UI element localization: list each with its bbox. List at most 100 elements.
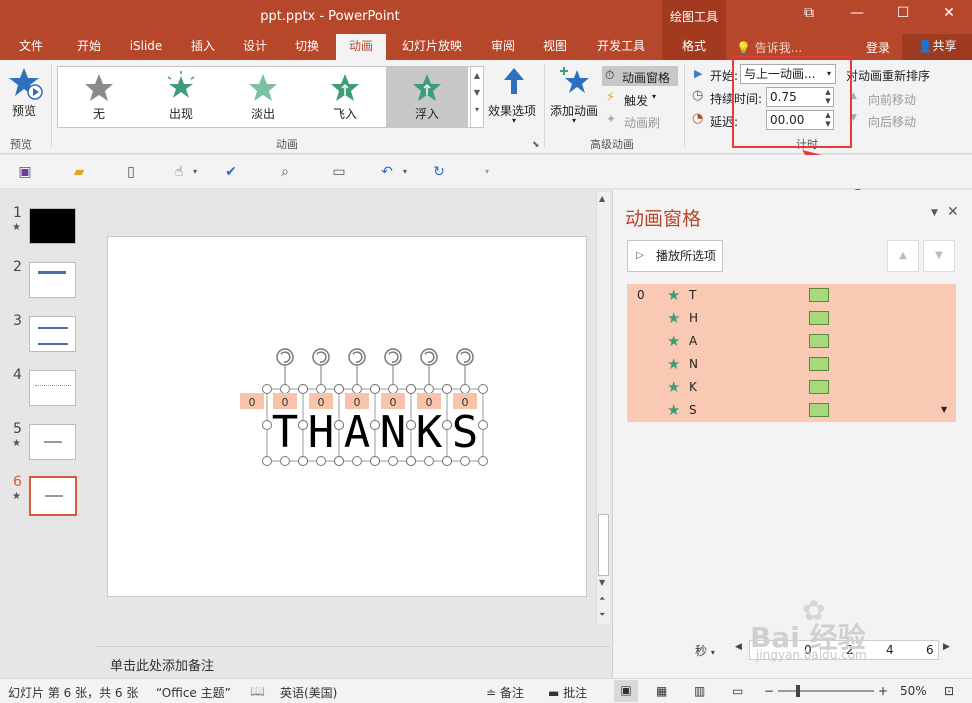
animation-pane-button[interactable]: ⏱ 动画窗格 bbox=[602, 66, 678, 86]
timing-bar[interactable] bbox=[809, 311, 829, 325]
comments-toggle[interactable]: ▬ 批注 bbox=[548, 684, 587, 701]
tab-slideshow[interactable]: 幻灯片放映 bbox=[394, 34, 470, 60]
tab-home[interactable]: 开始 bbox=[66, 34, 112, 60]
dialog-launcher-icon[interactable]: ⬊ bbox=[532, 140, 540, 150]
login-link[interactable]: 登录 bbox=[866, 39, 890, 56]
pane-options-icon[interactable]: ▼ bbox=[931, 208, 938, 218]
slide-canvas[interactable]: 00T0H0A0N0K0S bbox=[107, 236, 587, 597]
language[interactable]: 英语(美国) bbox=[280, 684, 337, 701]
slide-thumbnail-5[interactable] bbox=[29, 424, 76, 460]
tab-view[interactable]: 视图 bbox=[532, 34, 578, 60]
scroll-down-icon[interactable]: ▼ bbox=[599, 578, 605, 587]
maximize-button[interactable]: ☐ bbox=[891, 5, 915, 27]
gallery-more-icon[interactable]: ▾ bbox=[471, 105, 483, 114]
spellcheck-status-icon[interactable]: 📖 bbox=[250, 684, 265, 698]
notes-toggle[interactable]: ≐ 备注 bbox=[486, 684, 524, 701]
slide-thumbnail-1[interactable] bbox=[29, 208, 76, 244]
list-item[interactable]: ★ A bbox=[627, 330, 956, 353]
pane-close-icon[interactable]: ✕ bbox=[947, 204, 959, 220]
trigger-button[interactable]: ⚡ 触发 ▾ bbox=[604, 90, 674, 108]
scroll-up-icon[interactable]: ▲ bbox=[599, 194, 605, 203]
play-selected-button[interactable]: ▷ 播放所选项 bbox=[627, 240, 723, 272]
spelling-check-icon[interactable]: ✔ bbox=[222, 163, 240, 181]
zoom-level[interactable]: 50% bbox=[900, 684, 927, 698]
redo-icon[interactable]: ↻ bbox=[430, 163, 448, 181]
new-file-icon[interactable]: ▯ bbox=[122, 163, 140, 181]
tab-insert[interactable]: 插入 bbox=[180, 34, 226, 60]
print-preview-icon[interactable]: ⌕ bbox=[276, 163, 294, 181]
tab-design[interactable]: 设计 bbox=[232, 34, 278, 60]
scroll-up-icon[interactable]: ▲ bbox=[471, 71, 483, 80]
previous-slide-icon[interactable]: ⏶ bbox=[599, 594, 605, 604]
tab-animations[interactable]: 动画 bbox=[336, 34, 386, 60]
gallery-item-float-in[interactable]: 浮入 bbox=[386, 67, 468, 127]
timing-bar[interactable] bbox=[809, 357, 829, 371]
list-item[interactable]: ★ K bbox=[627, 376, 956, 399]
tab-file[interactable]: 文件 bbox=[8, 34, 54, 60]
add-animation-button[interactable]: 添加动画 ▾ bbox=[550, 64, 600, 128]
gallery-scroll[interactable]: ▲ ▼ ▾ bbox=[470, 66, 484, 128]
save-icon[interactable]: ▣ bbox=[16, 163, 34, 181]
tell-me-text: 告诉我... bbox=[754, 41, 803, 55]
list-item[interactable]: ★ S ▼ bbox=[627, 399, 956, 422]
zoom-slider[interactable] bbox=[778, 685, 874, 697]
timing-bar[interactable] bbox=[809, 334, 829, 348]
reading-view-icon[interactable]: ▥ bbox=[694, 684, 705, 698]
slide-thumbnail-3[interactable] bbox=[29, 316, 76, 352]
move-earlier-button[interactable]: ▲ 向前移动 bbox=[850, 90, 930, 108]
timing-bar[interactable] bbox=[809, 403, 829, 417]
chevron-down-icon[interactable]: ▾ bbox=[396, 163, 414, 181]
tab-review[interactable]: 审阅 bbox=[480, 34, 526, 60]
ribbon-display-options-icon[interactable]: ⧉ bbox=[797, 5, 821, 27]
list-item[interactable]: ★ N bbox=[627, 353, 956, 376]
timing-bar[interactable] bbox=[809, 288, 829, 302]
thumb-shape bbox=[44, 441, 62, 443]
list-item[interactable]: ★ H bbox=[627, 307, 956, 330]
tab-developer[interactable]: 开发工具 bbox=[586, 34, 656, 60]
slide-thumbnail-4[interactable] bbox=[29, 370, 76, 406]
chevron-down-icon[interactable]: ▾ bbox=[186, 163, 204, 181]
tab-transitions[interactable]: 切换 bbox=[284, 34, 330, 60]
slide-thumbnail-2[interactable] bbox=[29, 262, 76, 298]
customize-toolbar-icon[interactable]: ▾ bbox=[478, 163, 496, 181]
editor-vertical-scrollbar[interactable]: ▲ ▼ ⏶ ⏷ bbox=[596, 192, 610, 624]
move-down-button[interactable]: ▼ bbox=[923, 240, 955, 272]
next-slide-icon[interactable]: ⏷ bbox=[599, 610, 605, 620]
timeline-left-icon[interactable]: ◀ bbox=[735, 642, 742, 652]
tell-me-box[interactable]: 💡 告诉我... bbox=[736, 39, 802, 56]
tab-islide[interactable]: iSlide bbox=[120, 34, 172, 60]
slideshow-view-icon[interactable]: ▭ bbox=[732, 684, 743, 698]
slide-thumbnail-6[interactable] bbox=[29, 476, 77, 516]
gallery-item-none[interactable]: 无 bbox=[58, 67, 140, 127]
notes-area[interactable]: 单击此处添加备注 bbox=[96, 646, 610, 678]
letter-text: N bbox=[380, 407, 407, 458]
move-up-button[interactable]: ▲ bbox=[887, 240, 919, 272]
slide-sorter-icon[interactable]: ▦ bbox=[656, 684, 667, 698]
normal-view-icon[interactable]: ▣ bbox=[614, 680, 638, 702]
gallery-item-fly-in[interactable]: 飞入 bbox=[304, 67, 386, 127]
preview-button[interactable]: 预览 bbox=[6, 64, 46, 124]
scroll-thumb[interactable] bbox=[598, 514, 609, 576]
fit-to-window-icon[interactable]: ⊡ bbox=[944, 684, 954, 698]
scroll-down-icon[interactable]: ▼ bbox=[471, 88, 483, 97]
zoom-in-button[interactable]: + bbox=[878, 684, 888, 698]
move-later-button[interactable]: ▼ 向后移动 bbox=[850, 112, 930, 130]
share-button[interactable]: 👤共享 bbox=[902, 34, 972, 60]
animation-painter-button[interactable]: ✦ 动画刷 bbox=[604, 112, 674, 130]
seconds-dropdown[interactable]: 秒 ▾ bbox=[695, 642, 715, 659]
item-dropdown-icon[interactable]: ▼ bbox=[941, 405, 947, 414]
timing-bar[interactable] bbox=[809, 380, 829, 394]
thanks-text-group[interactable]: 0 0T0H0A0N0K0S bbox=[108, 237, 588, 598]
open-folder-icon[interactable]: ▰ bbox=[70, 163, 88, 181]
zoom-slider-thumb[interactable] bbox=[796, 685, 800, 697]
zoom-out-button[interactable]: − bbox=[764, 684, 774, 698]
list-item[interactable]: 0 ★ T bbox=[627, 284, 956, 307]
close-button[interactable]: ✕ bbox=[937, 5, 961, 27]
gallery-item-appear[interactable]: 出现 bbox=[140, 67, 222, 127]
minimize-button[interactable]: — bbox=[845, 5, 869, 27]
undo-icon[interactable]: ↶ bbox=[378, 163, 396, 181]
tab-format[interactable]: 格式 bbox=[662, 34, 726, 60]
effect-options-button[interactable]: 效果选项 ▾ bbox=[488, 64, 540, 128]
gallery-item-fade[interactable]: 淡出 bbox=[222, 67, 304, 127]
slideshow-icon[interactable]: ▭ bbox=[330, 163, 348, 181]
